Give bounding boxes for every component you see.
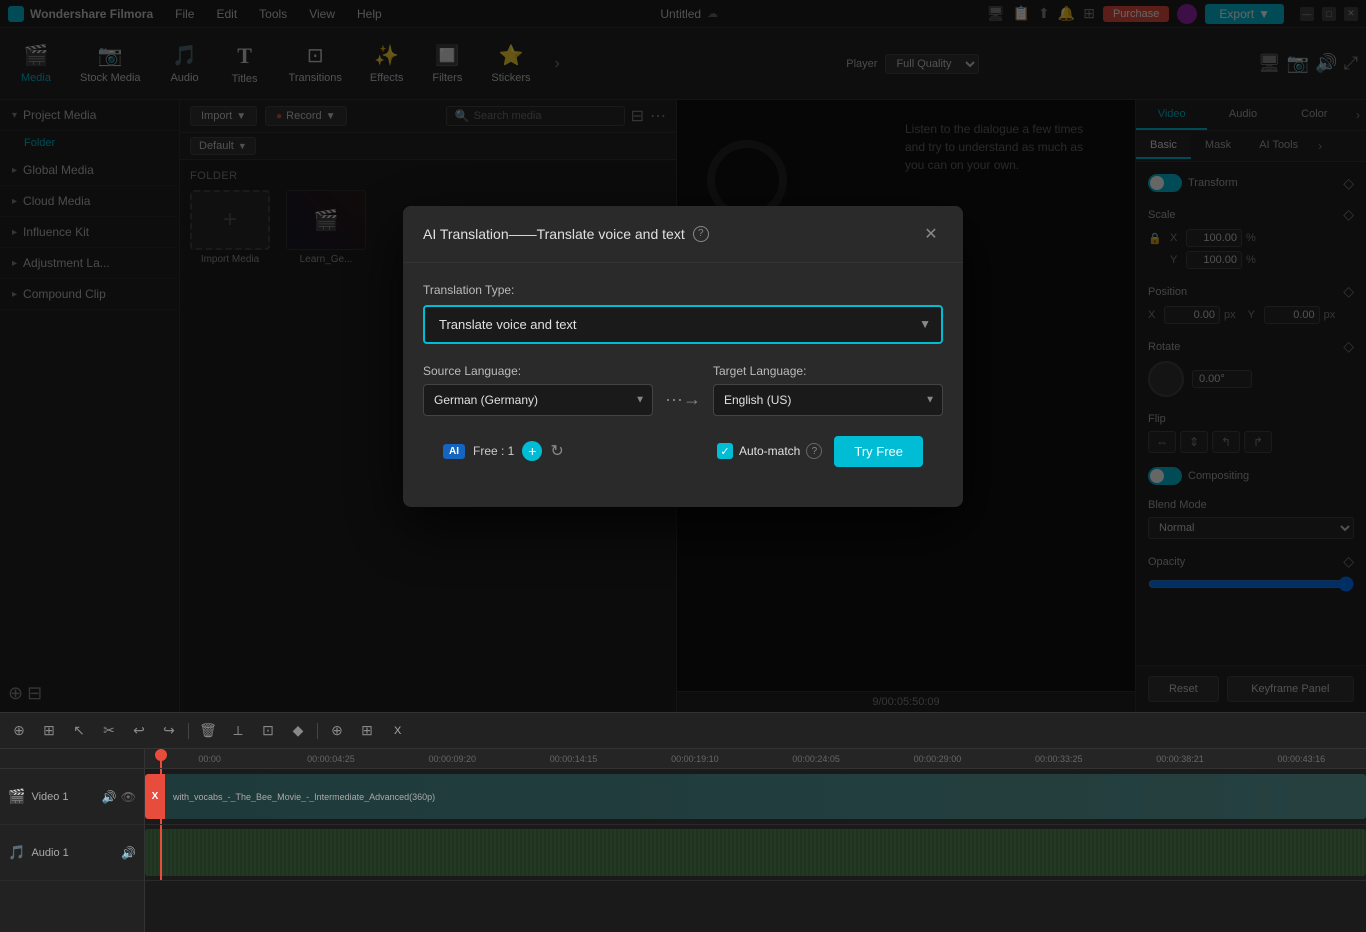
audio-track-icon: 🎵 xyxy=(8,844,25,861)
delete-tool[interactable]: 🗑 xyxy=(197,720,219,742)
modal-body: Translation Type: Translate voice and te… xyxy=(403,263,963,507)
ai-badge: AI xyxy=(443,444,465,459)
modal-footer: AI Free : 1 + ↻ ✓ Auto-match ? T xyxy=(423,436,943,487)
undo-tool[interactable]: ↩ xyxy=(128,720,150,742)
audio-clip[interactable] xyxy=(145,829,1366,876)
footer-left: AI Free : 1 + ↻ xyxy=(443,441,564,461)
video-track-controls: 🔊 👁 xyxy=(102,790,136,804)
timeline-ruler: 00:00 00:00:04:25 00:00:09:20 00:00:14:1… xyxy=(145,749,1366,769)
source-lang-col: Source Language: German (Germany) Englis… xyxy=(423,364,653,416)
timeline-body: 🎬 Video 1 🔊 👁 🎵 Audio 1 🔊 00 xyxy=(0,749,1366,932)
source-lang-wrapper: German (Germany) English (US) French (Fr… xyxy=(423,384,653,416)
ruler-mark: 00:00:29:00 xyxy=(877,754,998,764)
audio-waveform xyxy=(145,829,1366,876)
audio-track-header: 🎵 Audio 1 🔊 xyxy=(0,825,144,881)
auto-match-help[interactable]: ? xyxy=(806,443,822,459)
modal-close-button[interactable]: ✕ xyxy=(919,222,943,246)
modal-help-icon[interactable]: ? xyxy=(693,226,709,242)
video-clip-start: X xyxy=(145,774,165,819)
split-tool[interactable]: ⟂ xyxy=(227,720,249,742)
video-lock[interactable]: 🔊 xyxy=(102,790,117,804)
footer-right: ✓ Auto-match ? Try Free xyxy=(717,436,923,467)
ruler-mark: 00:00:19:10 xyxy=(634,754,755,764)
video-track-row: X with_vocabs_-_The_Bee_Movie_-_Intermed… xyxy=(145,769,1366,825)
audio-track-controls: 🔊 xyxy=(121,846,136,860)
modal-header: AI Translation——Translate voice and text… xyxy=(403,206,963,263)
lang-arrow-separator: ···→ xyxy=(665,369,701,410)
ruler-mark: 00:00:33:25 xyxy=(998,754,1119,764)
language-row: Source Language: German (Germany) Englis… xyxy=(423,364,943,416)
modal-overlay[interactable]: AI Translation——Translate voice and text… xyxy=(0,0,1366,712)
refresh-button[interactable]: ↻ xyxy=(550,441,563,461)
playhead-audio xyxy=(160,825,162,880)
free-count: Free : 1 xyxy=(473,444,514,458)
audio-track-row xyxy=(145,825,1366,881)
auto-match-checkbox[interactable]: ✓ xyxy=(717,443,733,459)
grid-tool[interactable]: ⊞ xyxy=(356,720,378,742)
playhead-marker xyxy=(155,749,167,761)
select-tool[interactable]: ↖ xyxy=(68,720,90,742)
cut-tool[interactable]: ✂ xyxy=(98,720,120,742)
playhead-time: X xyxy=(394,725,401,737)
separator2 xyxy=(317,723,318,739)
ruler-spacer xyxy=(0,749,144,769)
audio-track-name: Audio 1 xyxy=(31,847,68,859)
modal-title-text: AI Translation——Translate voice and text xyxy=(423,226,685,242)
modal-title-container: AI Translation——Translate voice and text… xyxy=(423,226,709,242)
ruler-mark: 00:00 xyxy=(149,754,270,764)
video-track-header: 🎬 Video 1 🔊 👁 xyxy=(0,769,144,825)
checkbox-check-icon: ✓ xyxy=(720,445,729,458)
ruler-mark: 00:00:38:21 xyxy=(1119,754,1240,764)
playhead-video xyxy=(160,769,162,824)
target-lang-col: Target Language: English (US) German (Ge… xyxy=(713,364,943,416)
add-credits-button[interactable]: + xyxy=(522,441,542,461)
playhead[interactable] xyxy=(160,749,162,768)
add-track-tool[interactable]: ⊕ xyxy=(8,720,30,742)
group-tool[interactable]: ⊞ xyxy=(38,720,60,742)
video-clip[interactable]: X with_vocabs_-_The_Bee_Movie_-_Intermed… xyxy=(145,774,1366,819)
source-lang-select[interactable]: German (Germany) English (US) French (Fr… xyxy=(423,384,653,416)
timeline: ⊕ ⊞ ↖ ✂ ↩ ↪ 🗑 ⟂ ⊡ ◆ ⊕ ⊞ X 🎬 Video 1 🔊 xyxy=(0,712,1366,932)
try-free-button[interactable]: Try Free xyxy=(834,436,923,467)
ruler-mark: 00:00:04:25 xyxy=(270,754,391,764)
video-eye[interactable]: 👁 xyxy=(121,790,136,804)
translation-type-wrapper: Translate voice and text Translate voice… xyxy=(423,305,943,344)
ruler-mark: 00:00:43:16 xyxy=(1241,754,1362,764)
ai-translation-modal: AI Translation——Translate voice and text… xyxy=(403,206,963,507)
zoom-in-tool[interactable]: ⊕ xyxy=(326,720,348,742)
ruler-mark: 00:00:14:15 xyxy=(513,754,634,764)
translation-type-select[interactable]: Translate voice and text Translate voice… xyxy=(423,305,943,344)
translation-type-label: Translation Type: xyxy=(423,283,943,297)
ruler-mark: 00:00:09:20 xyxy=(392,754,513,764)
ruler-mark: 00:00:24:05 xyxy=(755,754,876,764)
auto-match-label: Auto-match xyxy=(739,444,800,458)
redo-tool[interactable]: ↪ xyxy=(158,720,180,742)
timeline-toolbar: ⊕ ⊞ ↖ ✂ ↩ ↪ 🗑 ⟂ ⊡ ◆ ⊕ ⊞ X xyxy=(0,713,1366,749)
target-lang-label: Target Language: xyxy=(713,364,943,378)
video-clip-label: with_vocabs_-_The_Bee_Movie_-_Intermedia… xyxy=(145,792,435,802)
source-lang-label: Source Language: xyxy=(423,364,653,378)
crop-tool[interactable]: ⊡ xyxy=(257,720,279,742)
timeline-tracks-header: 🎬 Video 1 🔊 👁 🎵 Audio 1 🔊 xyxy=(0,749,145,932)
separator xyxy=(188,723,189,739)
auto-match-container[interactable]: ✓ Auto-match ? xyxy=(717,443,822,459)
audio-volume[interactable]: 🔊 xyxy=(121,846,136,860)
timeline-content: 00:00 00:00:04:25 00:00:09:20 00:00:14:1… xyxy=(145,749,1366,932)
video-track-icon: 🎬 xyxy=(8,788,25,805)
target-lang-wrapper: English (US) German (Germany) French (Fr… xyxy=(713,384,943,416)
video-track-name: Video 1 xyxy=(31,791,68,803)
target-lang-select[interactable]: English (US) German (Germany) French (Fr… xyxy=(713,384,943,416)
ruler-marks: 00:00 00:00:04:25 00:00:09:20 00:00:14:1… xyxy=(145,754,1366,764)
keyframe-tool[interactable]: ◆ xyxy=(287,720,309,742)
